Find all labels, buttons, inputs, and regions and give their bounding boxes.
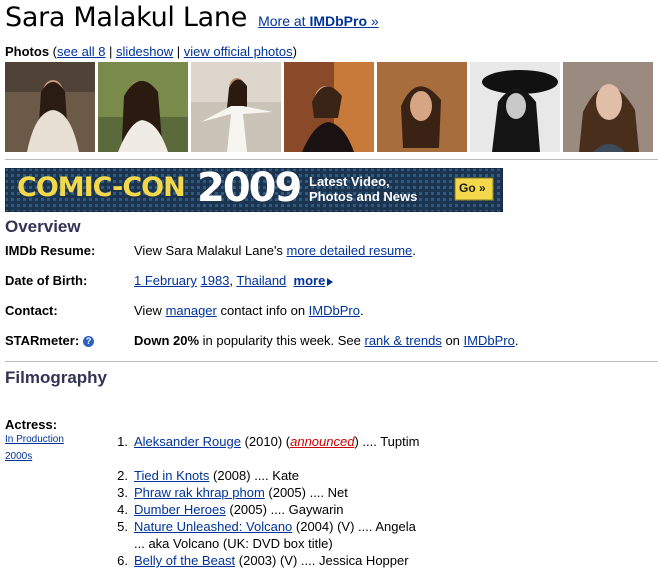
photo-thumbnail-7[interactable] [563, 62, 653, 152]
photos-open-paren: ( [49, 44, 58, 59]
banner-line-2: Photos and News [309, 189, 418, 204]
pro-link-suffix: » [367, 13, 379, 29]
filmography-heading: Filmography [5, 368, 108, 387]
detailed-resume-link[interactable]: more detailed resume [287, 243, 413, 258]
film-year-role: (2005) .... Net [264, 485, 348, 500]
pro-link-prefix: More at [258, 13, 310, 29]
film-number: 1. [117, 434, 128, 449]
announced-link[interactable]: announced [290, 434, 354, 449]
banner-go-button[interactable]: Go » [459, 181, 486, 195]
actress-label: Actress: [5, 417, 58, 432]
starmeter-suffix: . [514, 333, 519, 348]
film-item: 1. Aleksander Rouge (2010) (announced) ..… [104, 434, 419, 449]
more-at-imdbpro-link[interactable]: More at IMDbPro » [258, 13, 379, 29]
divider-1 [5, 159, 658, 160]
starmeter-on: on [441, 333, 464, 348]
divider-2 [5, 361, 658, 362]
film-role: ) .... Tuptim [354, 434, 420, 449]
film-item: 2. Tied in Knots (2008) .... Kate [104, 468, 299, 483]
comic-con-banner[interactable]: COMIC-CON 2009 Latest Video, Photos and … [5, 168, 503, 212]
film-title-link[interactable]: Tied in Knots [134, 468, 209, 483]
birth-year-link[interactable]: 1983 [201, 273, 230, 288]
photo-thumbnail-6[interactable] [470, 62, 560, 152]
contact-prefix: View [134, 303, 166, 318]
see-all-photos-link[interactable]: see all 8 [57, 44, 105, 59]
film-aka: ... aka Volcano (UK: DVD box title) [134, 536, 333, 551]
film-year-role: (2004) (V) .... Angela [292, 519, 416, 534]
triangle-right-icon [327, 277, 334, 286]
film-title-link[interactable]: Nature Unleashed: Volcano [134, 519, 292, 534]
film-title-link[interactable]: Belly of the Beast [134, 553, 235, 568]
decade-2000s-link[interactable]: 2000s [5, 451, 32, 462]
resume-prefix: View Sara Malakul Lane's [134, 243, 287, 258]
date-of-birth-label: Date of Birth: [5, 273, 88, 288]
comic-con-year: 2009 [197, 168, 302, 211]
overview-heading: Overview [5, 217, 81, 236]
contact-imdbpro-link[interactable]: IMDbPro [309, 303, 360, 318]
pro-link-brand: IMDbPro [309, 13, 368, 29]
starmeter-mid: in popularity this week. See [199, 333, 365, 348]
photos-line: Photos (see all 8 | slideshow | view off… [5, 44, 297, 59]
film-number: 2. [117, 468, 128, 483]
view-official-photos-link[interactable]: view official photos [184, 44, 293, 59]
film-number: 3. [117, 485, 128, 500]
birth-date-link[interactable]: 1 February [134, 273, 197, 288]
dob-more-link[interactable]: more [294, 273, 334, 288]
in-production-link[interactable]: In Production [5, 434, 64, 445]
comic-con-text: COMIC-CON [17, 172, 186, 203]
photo-thumbnail-1[interactable] [5, 62, 95, 152]
film-number: 6. [117, 553, 128, 568]
photos-sep-1: | [105, 44, 117, 59]
banner-line-1: Latest Video, [309, 174, 390, 189]
film-item: 3. Phraw rak khrap phom (2005) .... Net [104, 485, 348, 500]
contact-label: Contact: [5, 303, 58, 318]
slideshow-link[interactable]: slideshow [116, 44, 173, 59]
birth-place-link[interactable]: Thailand [236, 273, 286, 288]
rank-trends-link[interactable]: rank & trends [365, 333, 442, 348]
contact-suffix: . [359, 303, 364, 318]
starmeter-change: Down 20% [134, 333, 200, 348]
film-item: 5. Nature Unleashed: Volcano (2004) (V) .… [104, 519, 416, 534]
photo-thumbnail-5[interactable] [377, 62, 467, 152]
starmeter-label: STARmeter: [5, 333, 80, 348]
name-header: Sara Malakul Lane More at IMDbPro » [5, 2, 379, 40]
manager-link[interactable]: manager [166, 303, 217, 318]
page-title: Sara Malakul Lane [5, 2, 248, 33]
photo-thumbnail-3[interactable] [191, 62, 281, 152]
film-title-link[interactable]: Aleksander Rouge [134, 434, 241, 449]
starmeter-imdbpro-link[interactable]: IMDbPro [464, 333, 515, 348]
film-year-role: (2008) .... Kate [209, 468, 300, 483]
film-title-link[interactable]: Phraw rak khrap phom [134, 485, 265, 500]
film-item: 4. Dumber Heroes (2005) .... Gaywarin [104, 502, 344, 517]
photos-label: Photos [5, 44, 50, 59]
resume-suffix: . [412, 243, 416, 258]
dob-more-label: more [293, 273, 326, 288]
film-year-role: (2003) (V) .... Jessica Hopper [235, 553, 409, 568]
film-item: 6. Belly of the Beast (2003) (V) .... Jes… [104, 553, 409, 568]
photo-thumbnail-4[interactable] [284, 62, 374, 152]
film-year-role: (2005) .... Gaywarin [225, 502, 344, 517]
photo-thumbnail-2[interactable] [98, 62, 188, 152]
film-title-link[interactable]: Dumber Heroes [134, 502, 226, 517]
contact-mid: contact info on [216, 303, 309, 318]
film-year: (2010) ( [240, 434, 291, 449]
imdb-resume-label: IMDb Resume: [5, 243, 96, 258]
photos-sep-2: | [173, 44, 184, 59]
film-number: 4. [117, 502, 128, 517]
photos-close-paren: ) [292, 44, 297, 59]
help-icon[interactable]: ? [83, 336, 95, 348]
film-number: 5. [117, 519, 128, 534]
